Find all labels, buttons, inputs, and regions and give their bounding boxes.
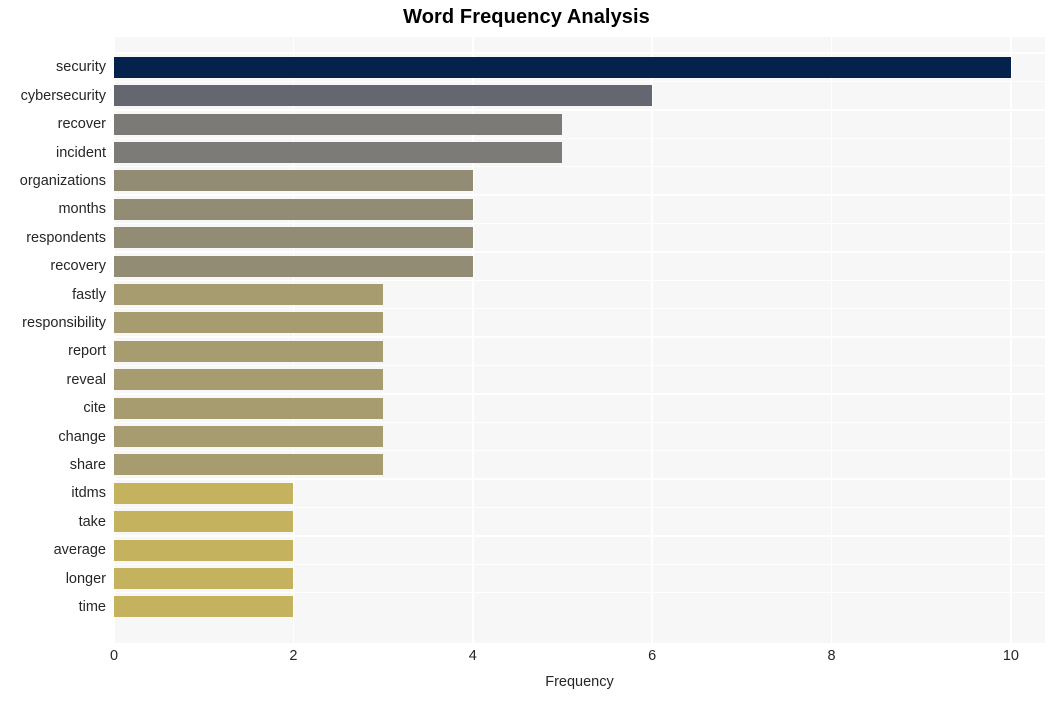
bar <box>114 340 384 362</box>
y-tick-label: reveal <box>66 371 107 388</box>
bar <box>114 227 473 249</box>
bar <box>114 397 384 419</box>
bar <box>114 312 384 334</box>
bar <box>114 284 384 306</box>
bar <box>114 596 294 618</box>
x-tick-label: 10 <box>1002 648 1019 664</box>
x-axis-label: Frequency <box>545 674 614 690</box>
y-tick-label: change <box>58 428 106 445</box>
x-tick-label: 2 <box>289 648 298 664</box>
chart-title: Word Frequency Analysis <box>403 6 650 28</box>
x-tick-label: 4 <box>468 648 477 664</box>
y-tick-label: average <box>53 542 106 559</box>
y-tick-label: share <box>69 456 106 473</box>
bar <box>114 170 473 192</box>
bar <box>114 369 384 391</box>
bar <box>114 568 294 590</box>
bar <box>114 113 563 135</box>
bar <box>114 142 563 164</box>
bar <box>114 56 1011 78</box>
bar <box>114 539 294 561</box>
bar-series <box>114 37 1045 643</box>
y-tick-label: recovery <box>50 258 106 275</box>
y-tick-label: longer <box>65 570 106 587</box>
y-tick-label: responsibility <box>22 314 106 331</box>
bar <box>114 454 384 476</box>
y-tick-label: fastly <box>72 286 106 303</box>
y-tick-label: months <box>58 201 106 218</box>
y-tick-label: cybersecurity <box>20 87 106 104</box>
bar <box>114 482 294 504</box>
bar <box>114 255 473 277</box>
y-tick-label: organizations <box>19 172 106 189</box>
y-tick-label: incident <box>56 144 106 161</box>
y-tick-label: respondents <box>26 229 106 246</box>
y-axis-tick-labels: security cybersecurity recover incident orga… <box>0 37 106 643</box>
x-axis-tick-labels: 0 2 4 6 8 10 <box>110 648 1045 670</box>
x-tick-label: 8 <box>827 648 836 664</box>
bar <box>114 85 653 107</box>
y-tick-label: time <box>78 598 106 615</box>
y-tick-label: cite <box>83 400 106 417</box>
bar <box>114 511 294 533</box>
x-tick-label: 0 <box>109 648 119 664</box>
x-tick-label: 6 <box>648 648 657 664</box>
bar <box>114 198 473 220</box>
y-tick-label: itdms <box>71 485 106 502</box>
y-tick-label: recover <box>57 116 106 133</box>
chart-figure: Word Frequency Analysis security cybersec… <box>0 0 1053 701</box>
bar <box>114 426 384 448</box>
y-tick-label: take <box>78 513 106 530</box>
y-tick-label: security <box>56 59 106 76</box>
y-tick-label: report <box>68 343 106 360</box>
